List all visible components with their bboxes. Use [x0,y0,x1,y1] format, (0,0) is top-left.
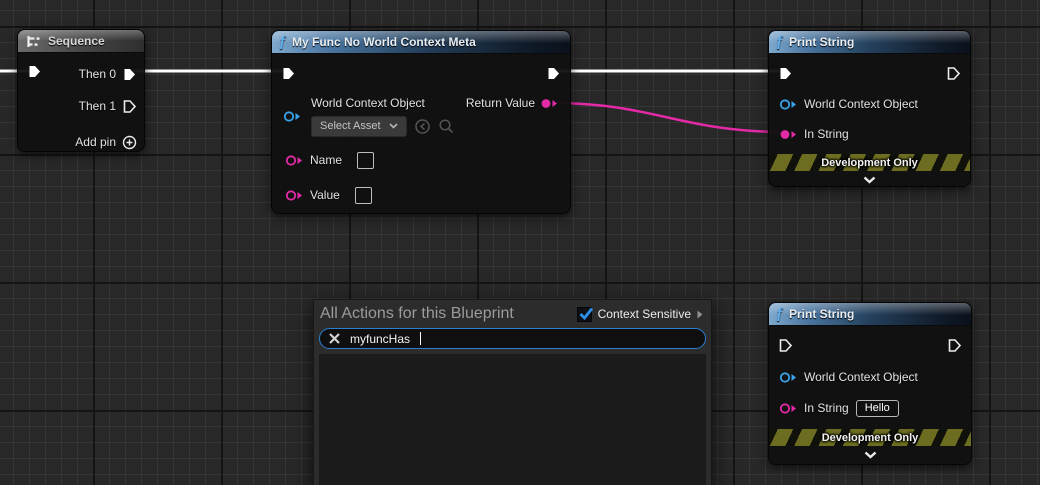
development-only-label: Development Only [821,157,918,169]
pin-label-world-context: World Context Object [311,96,425,110]
object-pin-icon[interactable] [779,371,797,384]
print-string-header[interactable]: f Print String [769,303,971,326]
function-icon: f [777,35,782,50]
checkmark-icon [578,306,595,321]
pin-label-in-string: In String [804,127,849,141]
in-string-value: Hello [865,402,890,414]
add-pin-icon[interactable] [122,135,137,150]
name-input[interactable] [357,152,374,169]
object-pin-icon[interactable] [779,98,797,111]
context-sensitive-label: Context Sensitive [598,307,691,321]
exec-in-pin[interactable] [281,66,296,81]
object-pin-icon[interactable] [283,110,301,123]
text-caret [420,332,421,345]
sequence-node[interactable]: Sequence Then 0 Then 1 Add pin [17,29,145,152]
select-asset-dropdown[interactable]: Select Asset [311,116,407,137]
pin-label-world-context: World Context Object [804,97,918,111]
exec-out-pin-then0[interactable] [122,67,137,82]
in-string-input[interactable]: Hello [856,400,899,417]
expand-arrow-icon[interactable] [697,310,703,319]
myfunc-node-header[interactable]: f My Func No World Context Meta [272,31,570,54]
collapse-chevron-icon[interactable] [863,176,876,184]
function-icon: f [280,35,285,50]
search-input-value: myfuncHas [350,332,410,346]
exec-out-pin[interactable] [946,66,961,81]
pin-label-value: Value [310,188,340,202]
context-sensitive-checkbox[interactable] [577,307,592,322]
value-pin-icon[interactable] [285,189,303,202]
myfunc-node[interactable]: f My Func No World Context Meta World Co… [271,30,571,214]
action-menu-popup: All Actions for this Blueprint Context S… [313,299,712,485]
action-results-list[interactable] [319,354,706,485]
collapse-chevron-icon[interactable] [864,451,877,459]
print-string-node-top[interactable]: f Print String World Context Object In [768,30,971,187]
exec-out-pin[interactable] [546,66,561,81]
exec-in-pin[interactable] [778,338,793,353]
sequence-icon [26,35,41,48]
use-selected-asset-icon[interactable] [414,118,431,135]
browse-asset-icon[interactable] [438,118,455,135]
pin-label-return-value: Return Value [466,96,535,110]
node-title: My Func No World Context Meta [292,35,476,49]
pin-label-in-string: In String [804,401,849,415]
select-asset-label: Select Asset [320,120,381,132]
exec-in-pin[interactable] [778,66,793,81]
node-title: Print String [789,35,854,49]
development-only-label: Development Only [822,432,919,444]
search-input[interactable]: myfuncHas [319,328,706,349]
exec-in-pin[interactable] [27,64,42,79]
string-pin-icon[interactable] [779,128,797,141]
string-pin-icon[interactable] [779,402,797,415]
pin-label-world-context: World Context Object [804,370,918,384]
exec-out-pin[interactable] [947,338,962,353]
name-pin-icon[interactable] [285,154,303,167]
add-pin-label: Add pin [75,135,116,149]
blueprint-graph-canvas[interactable]: Sequence Then 0 Then 1 Add pin [0,0,1040,485]
print-string-header[interactable]: f Print String [769,31,970,54]
exec-out-pin-then1[interactable] [122,99,137,114]
chevron-down-icon [389,123,398,129]
print-string-node-bottom[interactable]: f Print String World Context Object In [768,302,972,465]
node-title: Print String [789,307,854,321]
sequence-node-header[interactable]: Sequence [18,30,144,53]
clear-search-icon[interactable] [328,332,341,345]
popup-title: All Actions for this Blueprint [320,305,577,323]
node-title: Sequence [48,34,105,48]
development-only-banner: Development Only [769,429,971,446]
pin-label-then1: Then 1 [79,99,116,113]
value-input[interactable] [355,187,372,204]
return-value-pin[interactable] [540,97,558,110]
pin-label-name: Name [310,153,342,167]
pin-label-then0: Then 0 [79,67,116,81]
data-wire[interactable] [552,103,786,132]
development-only-banner: Development Only [769,154,970,171]
function-icon: f [777,307,782,322]
